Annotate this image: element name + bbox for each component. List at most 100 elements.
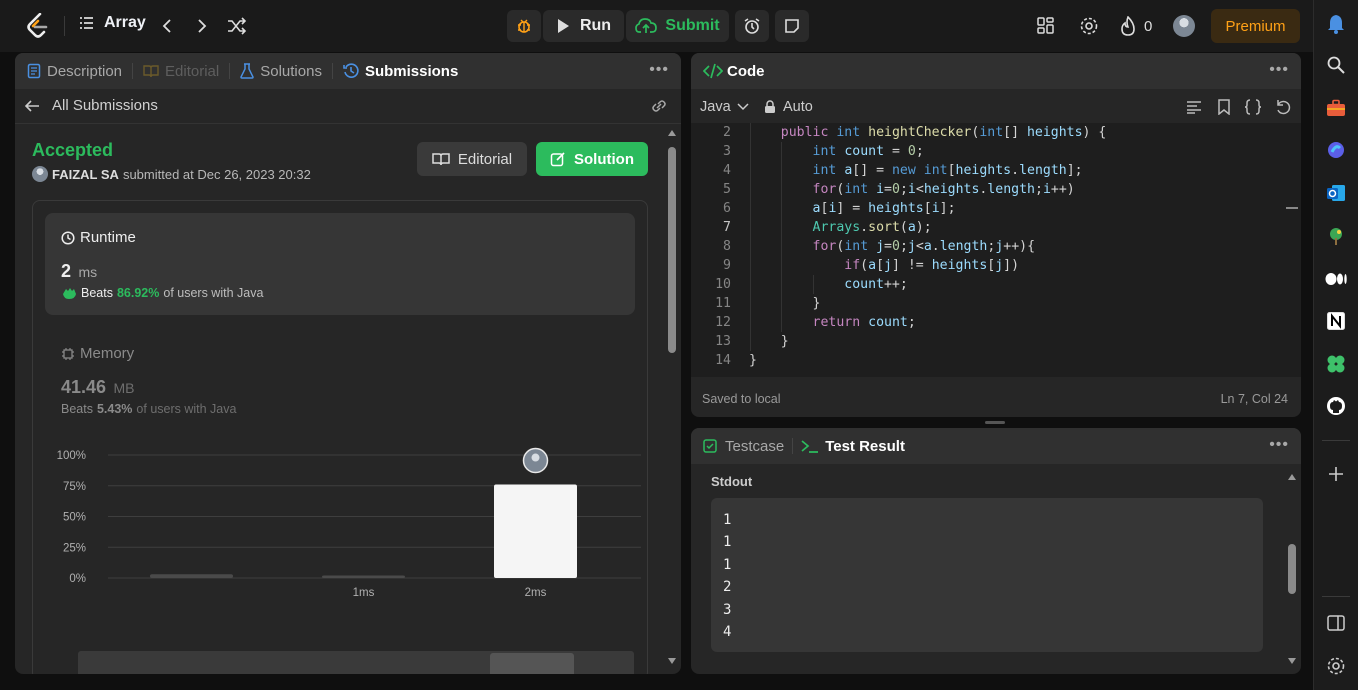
- premium-label: Premium: [1225, 17, 1286, 35]
- tab-editorial[interactable]: Editorial: [143, 63, 219, 80]
- chip-icon: [61, 347, 75, 361]
- tree-icon[interactable]: [1325, 225, 1347, 247]
- divider: [792, 438, 794, 454]
- search-icon[interactable]: [1325, 54, 1347, 76]
- submitted-at: submitted at Dec 26, 2023 20:32: [122, 166, 311, 182]
- outlook-icon[interactable]: [1325, 182, 1347, 204]
- stdout-line: 1: [723, 556, 732, 573]
- document-icon: [27, 63, 41, 79]
- sidebar-toggle-icon[interactable]: [1325, 612, 1347, 634]
- scrollbar-thumb[interactable]: [1288, 544, 1296, 594]
- chart-bar: [494, 484, 577, 578]
- code-line: 7 Arrays.sort(a);: [723, 220, 932, 235]
- debug-button[interactable]: [507, 10, 541, 42]
- x-tick-label: 2ms: [525, 587, 547, 599]
- all-submissions-link[interactable]: All Submissions: [24, 97, 158, 114]
- submit-label: Submit: [665, 17, 720, 34]
- scrollbar-thumb[interactable]: [668, 147, 676, 353]
- shuffle-icon[interactable]: [227, 17, 247, 35]
- bookmark-icon[interactable]: [1217, 99, 1231, 115]
- runtime-value: 2: [61, 261, 72, 281]
- tab-submissions[interactable]: Submissions: [343, 63, 458, 80]
- solution-button-label: Solution: [574, 150, 634, 168]
- timer-button[interactable]: [735, 10, 769, 42]
- scroll-up-icon[interactable]: [1288, 474, 1296, 480]
- scroll-down-icon[interactable]: [668, 658, 676, 664]
- plus-icon[interactable]: [1325, 463, 1347, 485]
- streak-count: 0: [1144, 17, 1153, 35]
- tab-solutions-label: Solutions: [260, 62, 322, 80]
- bell-icon[interactable]: [1325, 13, 1347, 35]
- test-tabbar: Testcase Test Result •••: [691, 428, 1301, 464]
- scroll-up-icon[interactable]: [668, 130, 676, 136]
- code-line: 5 for(int i=0;i<heights.length;i++): [723, 182, 1075, 197]
- chevron-right-icon[interactable]: [194, 17, 210, 35]
- code-editor[interactable]: 2 public int heightChecker(int[] heights…: [691, 123, 1301, 377]
- tab-test-result[interactable]: Test Result: [801, 438, 905, 455]
- avatar[interactable]: [1173, 15, 1195, 37]
- tab-description[interactable]: Description: [27, 63, 122, 80]
- github-icon[interactable]: [1325, 395, 1347, 417]
- settings-gear-icon[interactable]: [1325, 655, 1347, 677]
- stdout-line: 3: [723, 601, 732, 618]
- language-select[interactable]: Java: [700, 99, 749, 115]
- auto-mode-toggle[interactable]: Auto: [764, 99, 813, 115]
- run-button[interactable]: Run: [543, 10, 624, 42]
- submission-panel: Description Editorial Solutions Submissi…: [15, 53, 681, 674]
- chevron-left-icon[interactable]: [159, 17, 175, 35]
- chart-bar: [150, 574, 233, 578]
- indent-guide: [813, 275, 814, 294]
- braces-icon[interactable]: [1244, 99, 1262, 115]
- gear-icon[interactable]: [1079, 16, 1099, 36]
- solution-button[interactable]: Solution: [536, 142, 648, 176]
- code-line: 2 public int heightChecker(int[] heights…: [723, 125, 1107, 140]
- link-icon[interactable]: [649, 98, 669, 114]
- medium-icon[interactable]: [1325, 268, 1347, 290]
- browser-sidebar: [1313, 0, 1358, 690]
- notion-icon[interactable]: [1325, 310, 1347, 332]
- divider: [64, 16, 65, 36]
- problem-list-button[interactable]: Array: [78, 14, 146, 32]
- premium-button[interactable]: Premium: [1211, 9, 1300, 43]
- memory-value-row: 41.46 MB: [61, 377, 135, 398]
- scrollbar[interactable]: [665, 127, 679, 673]
- notes-button[interactable]: [775, 10, 809, 42]
- streak-counter[interactable]: 0: [1120, 16, 1152, 36]
- layout-icon[interactable]: [1037, 17, 1055, 35]
- scroll-down-icon[interactable]: [1288, 658, 1296, 664]
- editorial-button[interactable]: Editorial: [417, 142, 527, 176]
- chart-navigator[interactable]: [78, 651, 634, 674]
- memory-box[interactable]: Memory 41.46 MB Beats 5.43% of users wit…: [45, 329, 635, 419]
- left-tabbar: Description Editorial Solutions Submissi…: [15, 53, 681, 89]
- tab-testcase[interactable]: Testcase: [703, 438, 784, 455]
- briefcase-icon[interactable]: [1325, 97, 1347, 119]
- tab-solutions[interactable]: Solutions: [240, 63, 322, 80]
- format-lines-icon[interactable]: [1186, 100, 1202, 114]
- lock-icon: [764, 100, 776, 114]
- submitter-name[interactable]: FAIZAL SA: [52, 167, 119, 182]
- code-line: 9 if(a[j] != heights[j]): [723, 258, 1020, 273]
- scrollbar[interactable]: [1285, 468, 1299, 668]
- code-line: 14}: [715, 353, 757, 368]
- runtime-beats: Beats 86.92% of users with Java: [61, 286, 263, 300]
- more-options-icon[interactable]: •••: [1269, 61, 1289, 79]
- y-tick-label: 75%: [63, 481, 86, 493]
- leetcode-logo[interactable]: [26, 13, 50, 39]
- submit-button[interactable]: Submit: [626, 10, 729, 42]
- reset-icon[interactable]: [1275, 99, 1291, 115]
- resize-handle[interactable]: [985, 421, 1005, 424]
- navigator-handle[interactable]: [490, 653, 574, 674]
- copilot-icon[interactable]: [1325, 139, 1347, 161]
- clock-icon: [61, 230, 75, 245]
- more-options-icon[interactable]: •••: [1269, 436, 1289, 454]
- runtime-distribution-chart: 100% 75% 50% 25% 0% 1ms 2ms: [57, 447, 641, 599]
- more-options-icon[interactable]: •••: [649, 61, 669, 79]
- clover-app-icon[interactable]: [1325, 353, 1347, 375]
- list-icon: [78, 15, 94, 31]
- all-submissions-label: All Submissions: [52, 97, 158, 114]
- stdout-line: 4: [723, 624, 732, 641]
- checkbox-icon: [703, 439, 717, 453]
- runtime-box[interactable]: Runtime 2 ms Beats 86.92% of users with …: [45, 213, 635, 315]
- auto-mode-label: Auto: [783, 99, 813, 115]
- divider: [1322, 440, 1350, 441]
